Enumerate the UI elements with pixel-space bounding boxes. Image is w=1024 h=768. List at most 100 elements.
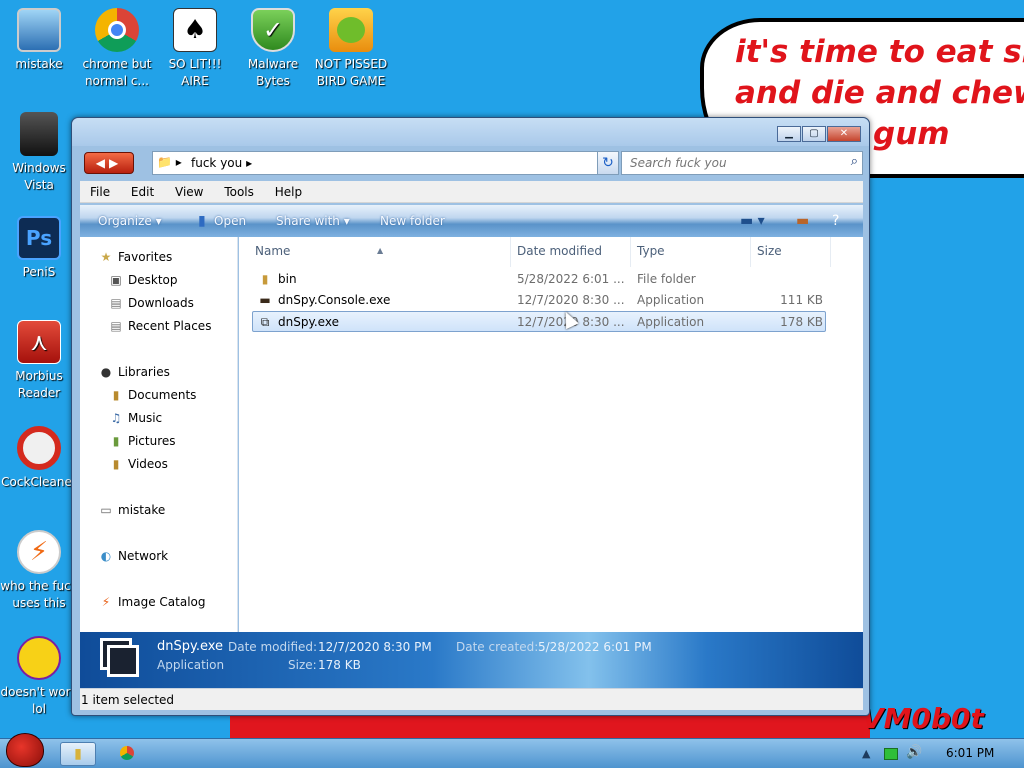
nav-image-catalog[interactable]: ⚡ Image Catalog (98, 595, 206, 609)
desktop-icon-solitaire[interactable]: ♠ SO LIT!!! AIRE (156, 8, 234, 90)
search-icon[interactable]: ⌕ (851, 154, 858, 169)
help-icon[interactable]: ? (832, 213, 839, 229)
organize-button[interactable]: Organize ▾ (98, 214, 162, 228)
speech-line-1: it's time to eat shit (735, 34, 1024, 70)
address-path[interactable]: fuck you ▸ (191, 156, 252, 170)
recent-places-icon: ▤ (110, 319, 122, 333)
network-icon: ◐ (100, 549, 112, 563)
file-row-bin[interactable]: ▮ bin 5/28/2022 6:01 ... File folder (253, 269, 827, 290)
taskbar-explorer[interactable]: ▮ (60, 742, 96, 766)
address-bar[interactable]: 📁 ▸ fuck you ▸ ▼ (152, 151, 614, 175)
status-text: 1 item selected (81, 693, 175, 707)
clock[interactable]: 6:01 PM (946, 746, 994, 760)
computer-icon (17, 8, 61, 52)
command-bar: Organize ▾ ▮ Open Share with ▾ New folde… (80, 205, 863, 237)
volume-icon[interactable]: 🔊 (906, 745, 922, 760)
open-button[interactable]: Open (214, 214, 246, 228)
nav-libraries[interactable]: ● Libraries (98, 365, 170, 379)
downloads-folder-icon: ▤ (110, 296, 122, 310)
forward-arrow-icon[interactable]: ▶ (109, 156, 122, 170)
desktop-icon-bird-game[interactable]: NOT PISSED BIRD GAME (312, 8, 390, 90)
chrome-icon (95, 8, 139, 52)
nav-documents[interactable]: ▮ Documents (108, 388, 197, 402)
desktop-icon-cockcleaner[interactable]: CockCleaner (0, 426, 78, 491)
details-date-created-label: Date created: (456, 640, 539, 654)
angry-bird-icon[interactable] (6, 733, 44, 767)
column-size[interactable]: Size (751, 237, 831, 267)
desktop-icon-photoshop[interactable]: Ps PeniS (0, 216, 78, 281)
minimize-button[interactable]: ▁ (777, 126, 801, 142)
column-date-modified[interactable]: Date modified (511, 237, 631, 267)
tray-expand-icon[interactable]: ▲ (862, 747, 870, 760)
navigation-pane: ★ Favorites ▣ Desktop ▤ Downloads ▤ Recent P… (80, 237, 238, 632)
nav-music[interactable]: ♫ Music (108, 411, 163, 425)
details-name: dnSpy.exe (157, 639, 224, 654)
documents-icon: ▮ (112, 388, 120, 402)
desktop-icon-chrome[interactable]: chrome but normal c... (78, 8, 156, 90)
nav-desktop[interactable]: ▣ Desktop (108, 273, 177, 287)
menu-help[interactable]: Help (265, 181, 309, 203)
back-arrow-icon[interactable]: ◀ (96, 156, 109, 170)
desktop-icon-yahoo[interactable]: doesn't work lol (0, 636, 78, 718)
taskbar-chrome[interactable] (110, 742, 144, 766)
navigation-bar: ◀▶ 📁 ▸ fuck you ▸ ▼ ↻ ⌕ (80, 150, 863, 176)
column-name[interactable]: Name ▲ (249, 237, 511, 267)
details-date-created: 5/28/2022 6:01 PM (538, 640, 652, 654)
file-row-dnspy-console[interactable]: ▬ dnSpy.Console.exe 12/7/2020 8:30 ... Ap… (253, 290, 827, 311)
details-date-modified: 12/7/2020 8:30 PM (318, 640, 432, 654)
title-bar[interactable]: ▁ ▢ ✕ (72, 118, 869, 146)
nav-videos[interactable]: ▮ Videos (108, 457, 168, 471)
search-input[interactable] (622, 152, 834, 174)
desktop-icon-lightning[interactable]: ⚡ who the fuck uses this (0, 530, 78, 612)
back-forward-buttons[interactable]: ◀▶ (84, 152, 134, 174)
menu-file[interactable]: File (80, 181, 117, 203)
search-box[interactable]: ⌕ (621, 151, 863, 175)
shield-icon: ✓ (251, 8, 295, 52)
vista-icon (20, 112, 58, 156)
nav-recent-places[interactable]: ▤ Recent Places (108, 319, 211, 333)
desktop-icon-mistake[interactable]: mistake (0, 8, 78, 73)
music-icon: ♫ (110, 411, 122, 425)
menu-bar: File Edit View Tools Help (80, 181, 863, 203)
lightning-icon: ⚡ (17, 530, 61, 574)
app-icon: ▮ (198, 213, 206, 229)
desktop-icon-malwarebytes[interactable]: ✓ Malware Bytes (234, 8, 312, 90)
preview-pane-icon[interactable]: ▬ (796, 213, 809, 229)
menu-tools[interactable]: Tools (214, 181, 261, 203)
start-button[interactable] (2, 731, 48, 768)
details-type: Application (157, 658, 225, 672)
close-button[interactable]: ✕ (827, 126, 861, 142)
views-icon[interactable]: ▬ ▾ (740, 213, 765, 229)
menu-edit[interactable]: Edit (121, 181, 161, 203)
menu-view[interactable]: View (165, 181, 210, 203)
new-folder-button[interactable]: New folder (380, 214, 445, 228)
file-row-dnspy[interactable]: ⧉ dnSpy.exe 12/7/2020 8:30 ... Applicatio… (252, 311, 826, 332)
details-date-modified-label: Date modified: (228, 640, 318, 654)
folder-icon: ▮ (74, 746, 82, 762)
desktop-icon: ▣ (110, 273, 122, 287)
network-status-icon[interactable] (884, 748, 898, 760)
refresh-button[interactable]: ↻ (597, 151, 619, 175)
desktop-icon-morbius-reader[interactable]: ⋏ Morbius Reader (0, 320, 78, 402)
pig-icon (329, 8, 373, 52)
nav-computer[interactable]: ▭ mistake (98, 503, 165, 517)
app-window-icon: ⧉ (260, 315, 270, 329)
console-app-icon: ▬ (259, 293, 271, 307)
nav-favorites[interactable]: ★ Favorites (98, 250, 173, 264)
chrome-icon (120, 746, 134, 760)
nav-downloads[interactable]: ▤ Downloads (108, 296, 194, 310)
folder-icon: 📁 ▸ (157, 155, 182, 169)
nav-pictures[interactable]: ▮ Pictures (108, 434, 176, 448)
folder-icon: ▮ (261, 272, 269, 286)
taskbar: ▮ ▲ 🔊 6:01 PM (0, 733, 1024, 768)
maximize-button[interactable]: ▢ (802, 126, 826, 142)
share-with-button[interactable]: Share with ▾ (276, 214, 350, 228)
solitaire-icon: ♠ (173, 8, 217, 52)
ccleaner-icon (17, 426, 61, 470)
pdf-reader-icon: ⋏ (17, 320, 61, 364)
column-type[interactable]: Type (631, 237, 751, 267)
explorer-window[interactable]: ▁ ▢ ✕ ◀▶ 📁 ▸ fuck you ▸ ▼ ↻ ⌕ File Edit … (71, 117, 870, 716)
computer-icon: ▭ (100, 503, 112, 517)
desktop-icon-windows-vista[interactable]: Windows Vista (0, 112, 78, 194)
nav-network[interactable]: ◐ Network (98, 549, 168, 563)
